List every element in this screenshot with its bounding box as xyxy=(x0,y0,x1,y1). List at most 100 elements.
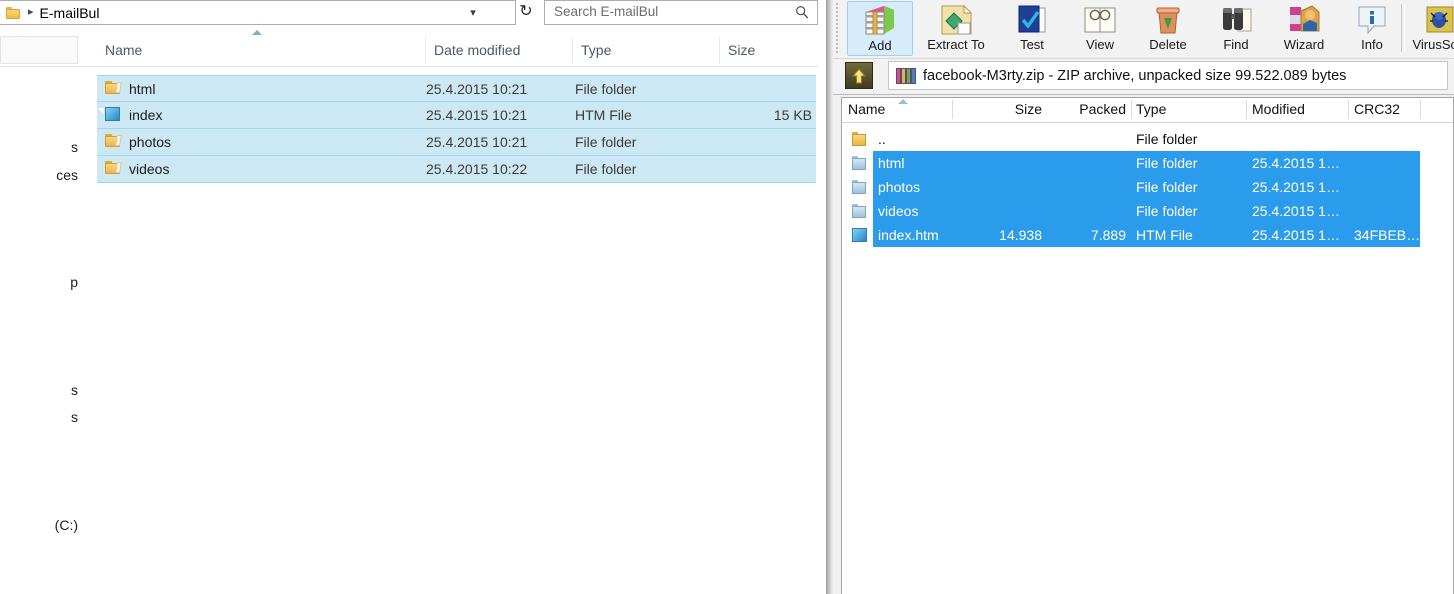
table-row[interactable]: index.htm 14.938 7.889 HTM File 25.4.201… xyxy=(842,223,1453,247)
file-explorer-window: ▸ E-mailBul ▾ ↻ Search E-mailBul s ces p… xyxy=(0,0,818,594)
file-type: File folder xyxy=(575,161,637,177)
extract-to-button[interactable]: Extract To xyxy=(915,1,997,56)
entry-packed: 7.889 xyxy=(1090,227,1126,243)
column-header-size[interactable]: Size xyxy=(719,36,818,64)
table-row[interactable]: html File folder 25.4.2015 1… xyxy=(842,151,1453,175)
file-date: 25.4.2015 10:21 xyxy=(426,134,528,150)
file-size xyxy=(717,129,812,154)
table-row[interactable]: html 25.4.2015 10:21 File folder xyxy=(97,75,816,102)
virusscan-label: VirusScan xyxy=(1412,37,1454,52)
folder-icon xyxy=(105,161,123,177)
column-header-name[interactable]: Name xyxy=(848,98,885,121)
winrar-address-bar: facebook-M3rty.zip - ZIP archive, unpack… xyxy=(833,59,1454,95)
nav-item-fragment[interactable]: s xyxy=(71,409,78,425)
folder-icon xyxy=(105,134,123,150)
column-header-packed[interactable]: Packed xyxy=(1048,98,1126,121)
breadcrumb-path[interactable]: E-mailBul xyxy=(40,5,100,21)
entry-type: File folder xyxy=(1136,179,1198,195)
navigation-pane[interactable]: s ces p s s (C:) xyxy=(0,36,78,594)
file-date: 25.4.2015 10:21 xyxy=(426,107,528,123)
archive-path-field[interactable]: facebook-M3rty.zip - ZIP archive, unpack… xyxy=(888,61,1448,90)
column-header-size[interactable]: Size xyxy=(960,98,1042,121)
entry-name: .. xyxy=(878,131,886,147)
find-binoculars-icon xyxy=(1203,2,1269,38)
header-divider[interactable] xyxy=(1420,100,1421,119)
entry-type: File folder xyxy=(1136,203,1198,219)
add-archive-icon xyxy=(848,3,912,39)
folder-icon xyxy=(852,204,870,219)
folder-up-icon xyxy=(852,132,870,147)
wizard-button[interactable]: Wizard xyxy=(1271,1,1337,56)
nav-item-fragment[interactable]: ces xyxy=(56,167,78,183)
nav-item-fragment[interactable]: s xyxy=(71,139,78,155)
test-label: Test xyxy=(1020,37,1044,52)
table-row[interactable]: .. File folder xyxy=(842,127,1453,151)
view-label: View xyxy=(1086,37,1114,52)
extract-to-icon xyxy=(915,2,997,38)
file-name: index xyxy=(129,107,163,123)
test-button[interactable]: Test xyxy=(999,1,1065,56)
header-divider[interactable] xyxy=(1348,100,1349,119)
file-type: HTM File xyxy=(575,107,632,123)
htm-file-icon xyxy=(98,107,123,123)
table-row[interactable]: index 25.4.2015 10:21 HTM File 15 KB xyxy=(97,102,816,129)
file-name: photos xyxy=(129,134,172,150)
column-header-date-modified[interactable]: Date modified xyxy=(425,36,572,64)
explorer-file-list[interactable]: html 25.4.2015 10:21 File folder index 2… xyxy=(97,75,816,183)
header-divider[interactable] xyxy=(1246,100,1247,119)
entry-modified: 25.4.2015 1… xyxy=(1252,227,1340,243)
entry-name: videos xyxy=(878,203,919,219)
delete-button[interactable]: Delete xyxy=(1135,1,1201,56)
virusscan-button[interactable]: VirusScan xyxy=(1407,1,1454,56)
explorer-column-headers: Name Date modified Type Size xyxy=(0,36,818,67)
add-button[interactable]: Add xyxy=(847,1,913,56)
refresh-icon[interactable]: ↻ xyxy=(515,2,537,22)
entry-modified: 25.4.2015 1… xyxy=(1252,203,1340,219)
winrar-window: Add Extract To Test View Delete Find Wiz… xyxy=(826,0,1454,594)
nav-item-fragment-drive-c[interactable]: (C:) xyxy=(55,517,78,533)
entry-crc32: 34FBEB… xyxy=(1354,227,1421,243)
add-label: Add xyxy=(868,38,892,53)
info-button[interactable]: Info xyxy=(1339,1,1405,56)
info-icon xyxy=(1339,2,1405,38)
entry-name: html xyxy=(878,155,905,171)
chevron-down-icon[interactable]: ▾ xyxy=(465,5,481,21)
header-divider[interactable] xyxy=(1131,100,1132,119)
column-header-crc32[interactable]: CRC32 xyxy=(1354,98,1400,121)
table-row[interactable]: videos 25.4.2015 10:22 File folder xyxy=(97,156,816,183)
search-placeholder: Search E-mailBul xyxy=(554,4,659,19)
column-header-type[interactable]: Type xyxy=(1136,98,1166,121)
table-row[interactable]: videos File folder 25.4.2015 1… xyxy=(842,199,1453,223)
table-row[interactable]: photos 25.4.2015 10:21 File folder xyxy=(97,129,816,156)
search-input[interactable]: Search E-mailBul xyxy=(544,0,818,25)
column-header-name[interactable]: Name xyxy=(97,36,425,64)
winrar-toolbar: Add Extract To Test View Delete Find Wiz… xyxy=(833,0,1454,59)
folder-icon xyxy=(852,180,870,195)
info-label: Info xyxy=(1361,37,1383,52)
nav-item-fragment[interactable]: s xyxy=(71,382,78,398)
winrar-file-list[interactable]: Name Size Packed Type Modified CRC32 .. … xyxy=(841,97,1454,594)
entry-size: 14.938 xyxy=(999,227,1042,243)
folder-icon xyxy=(6,6,22,20)
toolbar-grip[interactable] xyxy=(835,2,839,54)
column-header-type[interactable]: Type xyxy=(572,36,719,64)
file-date: 25.4.2015 10:22 xyxy=(426,161,528,177)
window-frame-left xyxy=(826,0,833,594)
up-one-level-icon[interactable] xyxy=(845,62,873,89)
file-size xyxy=(717,76,812,101)
view-button[interactable]: View xyxy=(1067,1,1133,56)
nav-item-fragment[interactable]: p xyxy=(70,274,78,290)
toolbar-separator xyxy=(1401,4,1405,52)
archive-info-text: facebook-M3rty.zip - ZIP archive, unpack… xyxy=(923,67,1347,84)
view-icon xyxy=(1067,2,1133,38)
header-divider[interactable] xyxy=(952,100,953,119)
address-bar[interactable]: ▸ E-mailBul ▾ xyxy=(0,0,516,25)
entry-name: photos xyxy=(878,179,921,195)
column-header-modified[interactable]: Modified xyxy=(1252,98,1305,121)
table-row[interactable]: photos File folder 25.4.2015 1… xyxy=(842,175,1453,199)
find-label: Find xyxy=(1223,37,1249,52)
find-button[interactable]: Find xyxy=(1203,1,1269,56)
explorer-toolbar: ▸ E-mailBul ▾ ↻ Search E-mailBul xyxy=(0,0,818,28)
entry-name: index.htm xyxy=(878,227,939,243)
file-size xyxy=(717,156,812,181)
